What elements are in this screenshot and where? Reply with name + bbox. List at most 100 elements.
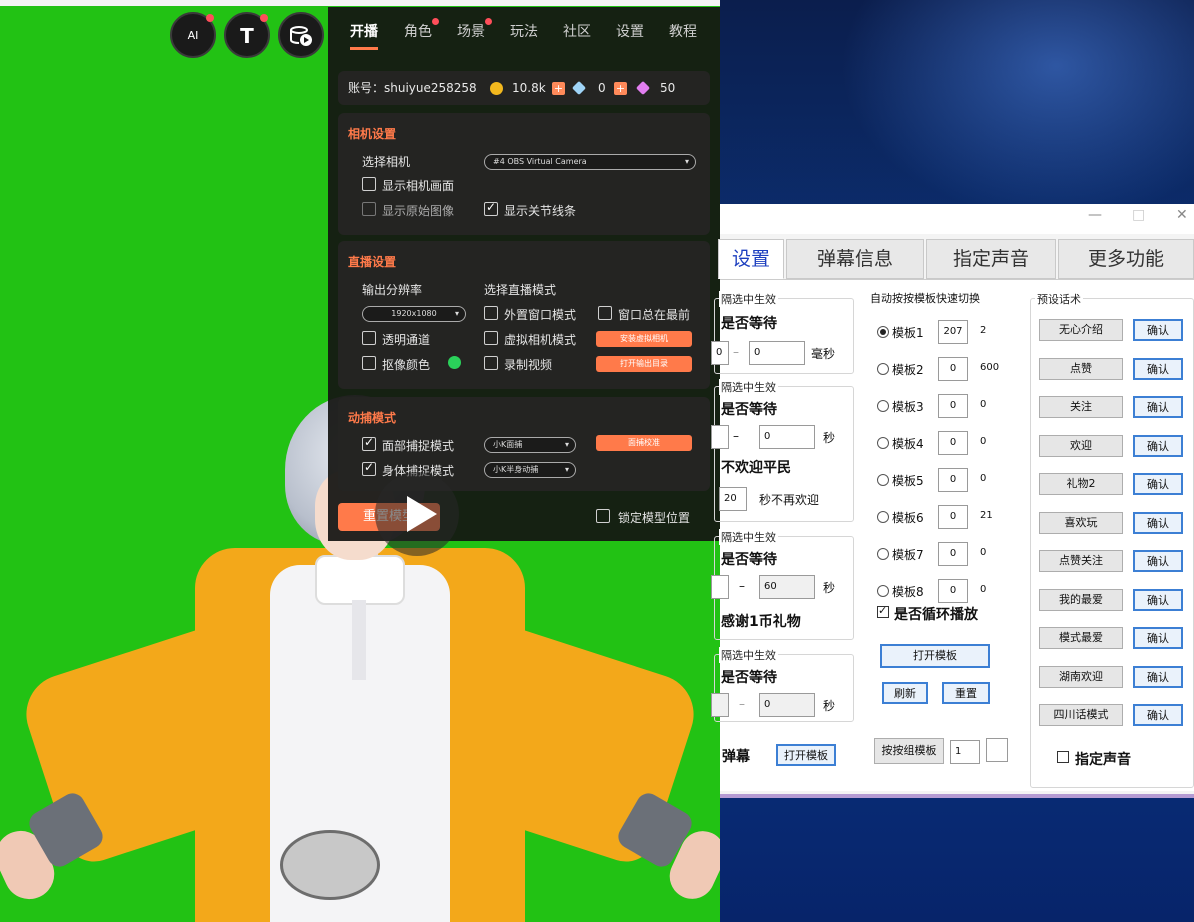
chroma-key-checkbox[interactable] (362, 356, 376, 370)
maximize-button[interactable]: □ (1132, 207, 1145, 223)
tab-settings[interactable]: 设置 (616, 21, 644, 41)
open-output-dir-button[interactable]: 打开输出目录 (596, 356, 692, 372)
show-raw-checkbox[interactable] (362, 202, 376, 216)
template-radio[interactable] (877, 326, 889, 338)
preset-button[interactable]: 点赞关注 (1039, 550, 1123, 572)
tab-more-features[interactable]: 更多功能 (1058, 239, 1194, 279)
preset-confirm-button[interactable]: 确认 (1133, 627, 1183, 649)
preset-confirm-button[interactable]: 确认 (1133, 665, 1183, 688)
template-value-input[interactable]: 207 (938, 320, 968, 344)
template-value-input[interactable]: 0 (938, 394, 968, 418)
reset-button[interactable]: 重置 (942, 682, 990, 704)
tab-community[interactable]: 社区 (563, 21, 591, 41)
face-capture-select[interactable]: 小K面捕 (484, 437, 576, 453)
template-value-input[interactable]: 0 (938, 542, 968, 566)
template-value-input[interactable]: 0 (938, 431, 968, 455)
template-value-input[interactable]: 0 (938, 468, 968, 492)
from-input[interactable]: 0 (711, 341, 729, 365)
preset-button[interactable]: 湖南欢迎 (1039, 665, 1123, 688)
tab-settings[interactable]: 设置 (718, 239, 784, 279)
record-video-checkbox[interactable] (484, 356, 498, 370)
template-label: 模板7 (892, 548, 924, 562)
tab-specify-voice[interactable]: 指定声音 (926, 239, 1056, 279)
open-template-button[interactable]: 打开模板 (880, 644, 990, 668)
transparent-channel-checkbox[interactable] (362, 331, 376, 345)
from-input[interactable] (711, 693, 729, 717)
loop-checkbox[interactable] (877, 604, 889, 618)
preset-confirm-button[interactable]: 确认 (1133, 704, 1183, 726)
model-icon[interactable]: T (224, 12, 270, 58)
preset-confirm-button[interactable]: 确认 (1133, 319, 1183, 341)
always-on-top-checkbox[interactable] (598, 306, 612, 320)
preset-button[interactable]: 点赞 (1039, 357, 1123, 380)
to-input[interactable]: 0 (759, 425, 815, 449)
preset-button[interactable]: 关注 (1039, 396, 1123, 418)
tab-danmu-info[interactable]: 弹幕信息 (786, 239, 924, 279)
body-capture-checkbox[interactable] (362, 460, 376, 476)
show-joints-checkbox[interactable] (484, 200, 498, 216)
preset-confirm-button[interactable]: 确认 (1133, 511, 1183, 534)
group-template-input[interactable]: 1 (950, 740, 980, 764)
no-welcome-input[interactable]: 20 (719, 487, 747, 511)
lock-position-checkbox[interactable] (596, 509, 610, 523)
media-icon[interactable] (278, 12, 324, 58)
preset-confirm-button[interactable]: 确认 (1133, 550, 1183, 572)
add-diamond-button[interactable]: + (614, 82, 627, 95)
close-button[interactable]: ✕ (1176, 207, 1188, 223)
tab-tutorial[interactable]: 教程 (669, 21, 697, 41)
preset-button[interactable]: 我的最爱 (1039, 588, 1123, 611)
to-input[interactable]: 60 (759, 575, 815, 599)
open-template-button-left[interactable]: 打开模板 (776, 744, 836, 766)
preset-confirm-button[interactable]: 确认 (1133, 434, 1183, 457)
specify-voice-checkbox[interactable] (1057, 751, 1069, 763)
preset-button[interactable]: 无心介绍 (1039, 319, 1123, 341)
group-template-button[interactable]: 按按组模板 (874, 738, 944, 764)
template-value-input[interactable]: 0 (938, 357, 968, 381)
video-play-button[interactable] (375, 472, 459, 556)
face-calibrate-button[interactable]: 面捕校准 (596, 435, 692, 451)
live-settings-title: 直播设置 (348, 255, 397, 269)
template-radio[interactable] (877, 548, 889, 560)
minimize-button[interactable]: — (1088, 207, 1102, 223)
tab-start-live[interactable]: 开播 (350, 21, 378, 50)
preset-button[interactable]: 欢迎 (1039, 434, 1123, 457)
template-value-input[interactable]: 0 (938, 579, 968, 603)
template-radio[interactable] (877, 511, 889, 523)
template-radio[interactable] (877, 363, 889, 375)
from-input[interactable] (711, 575, 729, 599)
template-radio[interactable] (877, 585, 889, 597)
add-coin-button[interactable]: + (552, 82, 565, 95)
preset-button[interactable]: 礼物2 (1039, 473, 1123, 495)
preset-confirm-button[interactable]: 确认 (1133, 396, 1183, 418)
install-virtual-camera-button[interactable]: 安装虚拟相机 (596, 331, 692, 347)
refresh-button[interactable]: 刷新 (882, 682, 928, 704)
preset-button[interactable]: 模式最爱 (1039, 627, 1123, 649)
wait-group-3: 隔选中生效 是否等待 – 60 秒 感谢1币礼物 (711, 529, 854, 640)
show-camera-checkbox[interactable] (362, 177, 376, 191)
tab-scene[interactable]: 场景 (457, 18, 492, 41)
to-input[interactable]: 0 (759, 693, 815, 717)
preset-confirm-button[interactable]: 确认 (1133, 473, 1183, 495)
preset-confirm-button[interactable]: 确认 (1133, 588, 1183, 611)
preset-button[interactable]: 喜欢玩 (1039, 511, 1123, 534)
template-value-input[interactable]: 0 (938, 505, 968, 529)
group-template-extra[interactable] (986, 738, 1008, 762)
from-input[interactable] (711, 425, 729, 449)
preset-confirm-button[interactable]: 确认 (1133, 357, 1183, 380)
template-radio[interactable] (877, 437, 889, 449)
template-radio[interactable] (877, 474, 889, 486)
preset-button[interactable]: 四川话模式 (1039, 704, 1123, 726)
body-capture-select[interactable]: 小K半身动捕 (484, 462, 576, 478)
template-radio[interactable] (877, 400, 889, 412)
camera-select[interactable]: #4 OBS Virtual Camera (484, 154, 696, 170)
face-capture-checkbox[interactable] (362, 435, 376, 451)
to-input[interactable]: 0 (749, 341, 805, 365)
external-window-checkbox[interactable] (484, 306, 498, 320)
ai-mic-icon[interactable]: AI (170, 12, 216, 58)
tab-gameplay[interactable]: 玩法 (510, 21, 538, 41)
camera-settings-title: 相机设置 (348, 127, 397, 141)
chroma-color-swatch[interactable] (448, 356, 461, 369)
virtual-camera-checkbox[interactable] (484, 331, 498, 345)
resolution-select[interactable]: 1920x1080 (362, 306, 466, 322)
tab-character[interactable]: 角色 (404, 18, 439, 41)
